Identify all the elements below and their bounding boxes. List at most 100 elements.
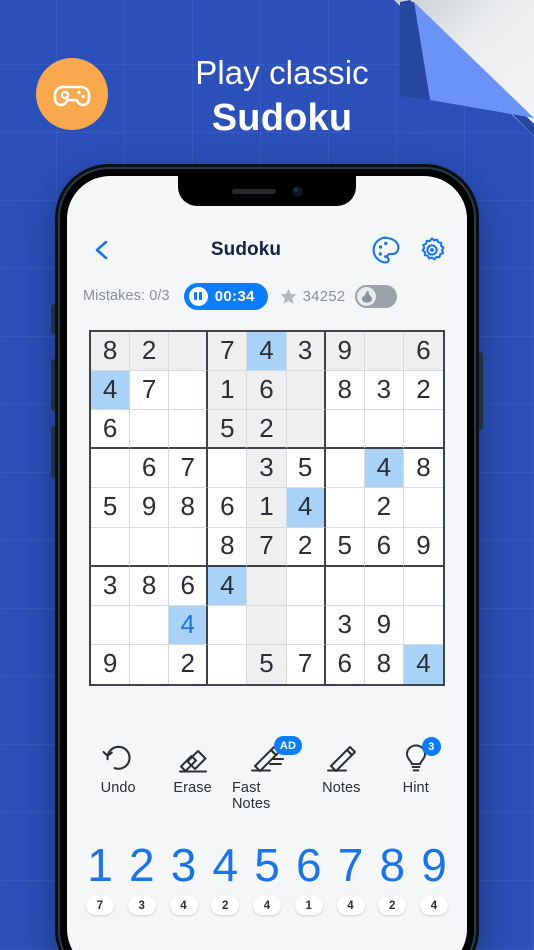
grid-cell-r2c3[interactable] <box>169 371 209 411</box>
grid-cell-r8c9[interactable] <box>403 605 443 645</box>
grid-cell-r8c4[interactable] <box>208 605 248 645</box>
grid-cell-r1c3[interactable] <box>169 332 209 372</box>
grid-cell-r5c6[interactable]: 4 <box>286 488 326 528</box>
grid-cell-r3c1[interactable]: 6 <box>91 410 131 450</box>
grid-cell-r4c4[interactable] <box>208 449 248 489</box>
grid-cell-r7c5[interactable] <box>247 566 287 606</box>
numpad-key-2[interactable]: 23 <box>123 838 161 948</box>
grid-cell-r1c8[interactable] <box>364 332 404 372</box>
grid-cell-r1c7[interactable]: 9 <box>325 332 365 372</box>
grid-cell-r6c8[interactable]: 6 <box>364 527 404 567</box>
grid-cell-r5c1[interactable]: 5 <box>91 488 131 528</box>
numpad-key-8[interactable]: 82 <box>373 838 411 948</box>
undo-button[interactable]: Undo <box>83 736 153 796</box>
grid-cell-r8c6[interactable] <box>286 605 326 645</box>
grid-cell-r4c7[interactable] <box>325 449 365 489</box>
timer-pause-button[interactable]: 00:34 <box>183 282 268 310</box>
grid-cell-r1c9[interactable]: 6 <box>403 332 443 372</box>
numpad-key-3[interactable]: 34 <box>165 838 203 948</box>
grid-cell-r8c5[interactable] <box>247 605 287 645</box>
grid-cell-r6c6[interactable]: 2 <box>286 527 326 567</box>
grid-cell-r9c4[interactable] <box>208 644 248 684</box>
grid-cell-r6c2[interactable] <box>130 527 170 567</box>
numpad-key-7[interactable]: 74 <box>332 838 370 948</box>
erase-button[interactable]: Erase <box>158 736 228 796</box>
grid-cell-r8c8[interactable]: 9 <box>364 605 404 645</box>
grid-cell-r9c5[interactable]: 5 <box>247 644 287 684</box>
grid-cell-r9c2[interactable] <box>130 644 170 684</box>
grid-cell-r6c5[interactable]: 7 <box>247 527 287 567</box>
grid-cell-r2c5[interactable]: 6 <box>247 371 287 411</box>
streak-toggle[interactable] <box>355 284 398 308</box>
grid-cell-r8c7[interactable]: 3 <box>325 605 365 645</box>
grid-cell-r1c1[interactable]: 8 <box>91 332 131 372</box>
grid-cell-r4c1[interactable] <box>91 449 131 489</box>
grid-cell-r7c1[interactable]: 3 <box>91 566 131 606</box>
grid-cell-r5c4[interactable]: 6 <box>208 488 248 528</box>
grid-cell-r3c4[interactable]: 5 <box>208 410 248 450</box>
grid-cell-r3c5[interactable]: 2 <box>247 410 287 450</box>
grid-cell-r2c4[interactable]: 1 <box>208 371 248 411</box>
fast-notes-button[interactable]: Fast Notes AD <box>232 736 302 812</box>
settings-button[interactable] <box>415 233 449 267</box>
grid-cell-r2c8[interactable]: 3 <box>364 371 404 411</box>
grid-cell-r3c2[interactable] <box>130 410 170 450</box>
grid-cell-r9c8[interactable]: 8 <box>364 644 404 684</box>
grid-cell-r7c3[interactable]: 6 <box>169 566 209 606</box>
grid-cell-r9c3[interactable]: 2 <box>169 644 209 684</box>
numpad-key-1[interactable]: 17 <box>81 838 119 948</box>
grid-cell-r3c3[interactable] <box>169 410 209 450</box>
grid-cell-r5c2[interactable]: 9 <box>130 488 170 528</box>
grid-cell-r8c1[interactable] <box>91 605 131 645</box>
grid-cell-r6c4[interactable]: 8 <box>208 527 248 567</box>
grid-cell-r3c7[interactable] <box>325 410 365 450</box>
grid-cell-r8c2[interactable] <box>130 605 170 645</box>
grid-cell-r9c6[interactable]: 7 <box>286 644 326 684</box>
grid-cell-r3c6[interactable] <box>286 410 326 450</box>
grid-cell-r7c9[interactable] <box>403 566 443 606</box>
grid-cell-r6c9[interactable]: 9 <box>403 527 443 567</box>
grid-cell-r5c3[interactable]: 8 <box>169 488 209 528</box>
numpad-key-9[interactable]: 94 <box>415 838 453 948</box>
grid-cell-r7c4[interactable]: 4 <box>208 566 248 606</box>
grid-cell-r4c8[interactable]: 4 <box>364 449 404 489</box>
grid-cell-r4c9[interactable]: 8 <box>403 449 443 489</box>
grid-cell-r8c3[interactable]: 4 <box>169 605 209 645</box>
grid-cell-r9c7[interactable]: 6 <box>325 644 365 684</box>
grid-cell-r2c7[interactable]: 8 <box>325 371 365 411</box>
grid-cell-r5c8[interactable]: 2 <box>364 488 404 528</box>
grid-cell-r2c9[interactable]: 2 <box>403 371 443 411</box>
grid-cell-r7c8[interactable] <box>364 566 404 606</box>
grid-cell-r2c1[interactable]: 4 <box>91 371 131 411</box>
grid-cell-r1c5[interactable]: 4 <box>247 332 287 372</box>
grid-cell-r9c9[interactable]: 4 <box>403 644 443 684</box>
numpad-key-6[interactable]: 61 <box>290 838 328 948</box>
grid-cell-r6c7[interactable]: 5 <box>325 527 365 567</box>
grid-cell-r6c1[interactable] <box>91 527 131 567</box>
grid-cell-r6c3[interactable] <box>169 527 209 567</box>
theme-palette-button[interactable] <box>369 233 403 267</box>
grid-cell-r7c2[interactable]: 8 <box>130 566 170 606</box>
grid-cell-r1c2[interactable]: 2 <box>130 332 170 372</box>
grid-cell-r4c6[interactable]: 5 <box>286 449 326 489</box>
grid-cell-r5c5[interactable]: 1 <box>247 488 287 528</box>
grid-cell-r1c6[interactable]: 3 <box>286 332 326 372</box>
numpad-key-4[interactable]: 42 <box>206 838 244 948</box>
numpad-key-5[interactable]: 54 <box>248 838 286 948</box>
hint-button[interactable]: Hint 3 <box>381 736 451 796</box>
grid-cell-r4c3[interactable]: 7 <box>169 449 209 489</box>
grid-cell-r4c5[interactable]: 3 <box>247 449 287 489</box>
grid-cell-r7c7[interactable] <box>325 566 365 606</box>
sudoku-grid[interactable]: 8274396471683265267354859861428725693864… <box>89 330 445 686</box>
grid-cell-r9c1[interactable]: 9 <box>91 644 131 684</box>
notes-button[interactable]: Notes <box>306 736 376 796</box>
grid-cell-r3c8[interactable] <box>364 410 404 450</box>
grid-cell-r5c7[interactable] <box>325 488 365 528</box>
grid-cell-r5c9[interactable] <box>403 488 443 528</box>
grid-cell-r3c9[interactable] <box>403 410 443 450</box>
grid-cell-r7c6[interactable] <box>286 566 326 606</box>
grid-cell-r2c2[interactable]: 7 <box>130 371 170 411</box>
grid-cell-r1c4[interactable]: 7 <box>208 332 248 372</box>
back-button[interactable] <box>85 233 119 267</box>
grid-cell-r2c6[interactable] <box>286 371 326 411</box>
